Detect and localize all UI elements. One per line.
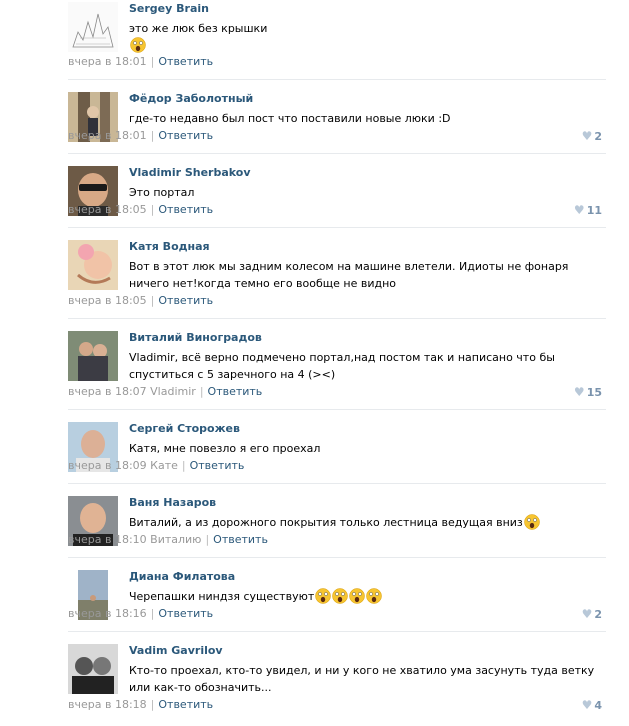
comment-text: Кто-то проехал, кто-то увидел, и ни у ко… bbox=[129, 664, 595, 694]
author-link[interactable]: Ваня Назаров bbox=[129, 496, 608, 510]
reply-button[interactable]: Ответить bbox=[208, 385, 263, 398]
comment-text: Vladimir, всё верно подмечено портал,над… bbox=[129, 351, 555, 381]
timestamp-link[interactable]: вчера в 18:01 bbox=[68, 55, 147, 68]
timestamp-link[interactable]: вчера в 18:18 bbox=[68, 698, 147, 711]
comment-body: Sergey Brain это же люк без крышки bbox=[129, 2, 608, 54]
timestamp-link[interactable]: вчера в 18:16 bbox=[68, 607, 147, 620]
comment-text: Черепашки ниндзя существуют bbox=[129, 588, 609, 605]
heart-icon: ♥ bbox=[573, 203, 585, 217]
meta-separator: | bbox=[205, 533, 210, 546]
author-link[interactable]: Катя Водная bbox=[129, 240, 608, 254]
heart-icon: ♥ bbox=[581, 129, 593, 143]
timestamp-link[interactable]: вчера в 18:07 bbox=[68, 385, 147, 398]
scared-face-icon bbox=[332, 588, 348, 604]
avatar[interactable] bbox=[68, 2, 118, 52]
reply-button[interactable]: Ответить bbox=[213, 533, 268, 546]
reply-button[interactable]: Ответить bbox=[158, 55, 213, 68]
reply-to-link[interactable]: Виталию bbox=[150, 533, 201, 546]
meta-separator: | bbox=[150, 55, 155, 68]
comment-body: Фёдор Заболотный где-то недавно был пост… bbox=[129, 92, 608, 127]
meta-separator: | bbox=[150, 698, 155, 711]
reply-button[interactable]: Ответить bbox=[158, 203, 213, 216]
comment-body: Катя Водная Вот в этот люк мы задним кол… bbox=[129, 240, 608, 292]
timestamp-link[interactable]: вчера в 18:09 bbox=[68, 459, 147, 472]
avatar[interactable] bbox=[68, 331, 118, 381]
comment-body: Сергей Сторожев Катя, мне повезло я его … bbox=[129, 422, 608, 457]
like-count: 2 bbox=[594, 130, 602, 143]
comment-text: это же люк без крышки bbox=[129, 20, 609, 54]
comment-body: Vadim Gavrilov Кто-то проехал, кто-то ув… bbox=[129, 644, 608, 696]
meta-separator: | bbox=[150, 294, 155, 307]
author-link[interactable]: Виталий Виноградов bbox=[129, 331, 608, 345]
comment-text-content: это же люк без крышки bbox=[129, 22, 268, 35]
comment-meta: вчера в 18:01 | Ответить bbox=[68, 129, 213, 142]
scared-face-icon bbox=[366, 588, 382, 604]
comment-meta: вчера в 18:18 | Ответить bbox=[68, 698, 213, 711]
comment-text: Это портал bbox=[129, 186, 195, 199]
meta-separator: | bbox=[150, 607, 155, 620]
comment-meta: вчера в 18:05 | Ответить bbox=[68, 294, 213, 307]
scared-face-icon bbox=[130, 37, 146, 53]
like-button[interactable]: ♥ 2 bbox=[582, 129, 602, 143]
comment-meta: вчера в 18:01 | Ответить bbox=[68, 55, 213, 68]
like-count: 11 bbox=[586, 204, 602, 217]
like-button[interactable]: ♥ 4 bbox=[582, 698, 602, 712]
like-button[interactable]: ♥ 11 bbox=[574, 203, 602, 217]
like-count: 4 bbox=[594, 699, 602, 712]
reply-button[interactable]: Ответить bbox=[158, 698, 213, 711]
comment-body: Виталий Виноградов Vladimir, всё верно п… bbox=[129, 331, 608, 383]
comment-text-content: Виталий, а из дорожного покрытия только … bbox=[129, 516, 523, 529]
meta-separator: | bbox=[150, 203, 155, 216]
like-count: 2 bbox=[594, 608, 602, 621]
timestamp-link[interactable]: вчера в 18:05 bbox=[68, 203, 147, 216]
heart-icon: ♥ bbox=[581, 607, 593, 621]
comment-text: где-то недавно был пост что поставили но… bbox=[129, 112, 451, 125]
reply-to-link[interactable]: Кате bbox=[150, 459, 178, 472]
heart-icon: ♥ bbox=[573, 385, 585, 399]
reply-button[interactable]: Ответить bbox=[158, 607, 213, 620]
comment-text: Виталий, а из дорожного покрытия только … bbox=[129, 514, 609, 531]
comment-meta: вчера в 18:07 Vladimir | Ответить bbox=[68, 385, 262, 398]
like-button[interactable]: ♥ 2 bbox=[582, 607, 602, 621]
timestamp-link[interactable]: вчера в 18:01 bbox=[68, 129, 147, 142]
author-link[interactable]: Vladimir Sherbakov bbox=[129, 166, 608, 180]
heart-icon: ♥ bbox=[581, 698, 593, 712]
comment-meta: вчера в 18:10 Виталию | Ответить bbox=[68, 533, 268, 546]
comment-body: Vladimir Sherbakov Это портал bbox=[129, 166, 608, 201]
author-link[interactable]: Sergey Brain bbox=[129, 2, 608, 16]
scared-face-icon bbox=[524, 514, 540, 530]
author-link[interactable]: Сергей Сторожев bbox=[129, 422, 608, 436]
reply-to-link[interactable]: Vladimir bbox=[150, 385, 196, 398]
scared-face-icon bbox=[315, 588, 331, 604]
comment-text: Катя, мне повезло я его проехал bbox=[129, 442, 321, 455]
like-button[interactable]: ♥ 15 bbox=[574, 385, 602, 399]
timestamp-link[interactable]: вчера в 18:10 bbox=[68, 533, 147, 546]
scared-face-icon bbox=[349, 588, 365, 604]
timestamp-link[interactable]: вчера в 18:05 bbox=[68, 294, 147, 307]
avatar[interactable] bbox=[68, 240, 118, 290]
reply-button[interactable]: Ответить bbox=[158, 294, 213, 307]
comment-body: Диана Филатова Черепашки ниндзя существу… bbox=[129, 570, 608, 605]
comment-meta: вчера в 18:05 | Ответить bbox=[68, 203, 213, 216]
comment-body: Ваня Назаров Виталий, а из дорожного пок… bbox=[129, 496, 608, 531]
like-count: 15 bbox=[586, 386, 602, 399]
comment-text: Вот в этот люк мы задним колесом на маши… bbox=[129, 260, 569, 290]
author-link[interactable]: Диана Филатова bbox=[129, 570, 608, 584]
author-link[interactable]: Фёдор Заболотный bbox=[129, 92, 608, 106]
author-link[interactable]: Vadim Gavrilov bbox=[129, 644, 608, 658]
meta-separator: | bbox=[199, 385, 204, 398]
reply-button[interactable]: Ответить bbox=[158, 129, 213, 142]
reply-button[interactable]: Ответить bbox=[190, 459, 245, 472]
meta-separator: | bbox=[150, 129, 155, 142]
avatar[interactable] bbox=[68, 644, 118, 694]
comment-meta: вчера в 18:09 Кате | Ответить bbox=[68, 459, 244, 472]
meta-separator: | bbox=[181, 459, 186, 472]
comment-text-content: Черепашки ниндзя существуют bbox=[129, 590, 315, 603]
comment-meta: вчера в 18:16 | Ответить bbox=[68, 607, 213, 620]
